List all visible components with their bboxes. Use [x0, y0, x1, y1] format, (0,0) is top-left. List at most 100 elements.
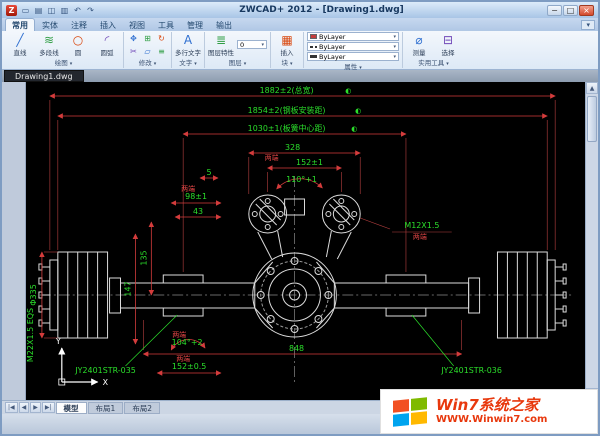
dim-98: 98±1	[185, 192, 207, 201]
note-both-ends: 两端	[172, 330, 186, 339]
dim-43: 43	[193, 207, 203, 216]
vertical-scrollbar[interactable]: ▲ ▼	[585, 82, 598, 400]
line-tool[interactable]: ╱ 直线	[7, 33, 33, 57]
chevron-down-icon: ▾	[243, 61, 247, 67]
mtext-icon: A	[183, 32, 193, 47]
array-tool-icon[interactable]: ≡	[155, 46, 168, 58]
group-label-draw[interactable]: 绘图 ▾	[7, 58, 120, 68]
last-layout-button[interactable]: ▶|	[41, 402, 55, 413]
circle-tool[interactable]: ○ 圆	[65, 33, 91, 57]
chevron-down-icon: ▾	[153, 61, 157, 67]
group-label-text[interactable]: 文字 ▾	[175, 58, 201, 68]
document-tab-bar: Drawing1.dwg	[2, 70, 598, 82]
tab-home[interactable]: 常用	[5, 18, 35, 31]
tab-model[interactable]: 模型	[55, 401, 87, 414]
chevron-down-icon: ▾	[194, 61, 197, 67]
dim-total-width: 1882±2(总宽)	[260, 85, 314, 95]
trim-tool-icon[interactable]: ✂	[127, 46, 140, 58]
tab-view[interactable]: 视图	[123, 19, 151, 31]
dim-110deg: 110°+1	[286, 175, 317, 184]
dim-848: 848	[289, 344, 304, 353]
minimize-button[interactable]: −	[547, 4, 562, 16]
document-tab[interactable]: Drawing1.dwg	[4, 70, 84, 82]
tab-annotate[interactable]: 注释	[65, 19, 93, 31]
window-controls: − □ ×	[547, 4, 594, 16]
scrollbar-thumb[interactable]	[587, 96, 597, 142]
arc-tool[interactable]: ◜ 圆弧	[94, 33, 120, 57]
mirror-tool-icon[interactable]: ▱	[141, 46, 154, 58]
balance-symbol: ◐	[345, 87, 351, 95]
part-number-left: JY2401STR-035	[74, 366, 136, 375]
layer-select[interactable]: 0 ▾	[237, 40, 267, 49]
dim-152-05: 152±0.5	[172, 362, 206, 371]
tab-solid[interactable]: 实体	[36, 19, 64, 31]
left-gutter	[2, 82, 26, 400]
linetype-chip	[310, 45, 317, 48]
part-number-right: JY2401STR-036	[440, 366, 502, 375]
polyline-tool[interactable]: ≋ 多段线	[36, 33, 62, 57]
dim-147: 147	[123, 281, 132, 296]
group-label-modify[interactable]: 修改 ▾	[127, 58, 168, 68]
ribbon-group-utility: ⌀ 测量 ⊟ 选择 实用工具 ▾	[402, 32, 464, 68]
chevron-down-icon: ▾	[393, 43, 396, 50]
ribbon-group-text: A 多行文字 文字 ▾	[171, 32, 204, 68]
move-tool-icon[interactable]: ✥	[127, 33, 140, 45]
copy-tool-icon[interactable]: ⊞	[141, 33, 154, 45]
quick-access-toolbar: ▭ ▤ ◫ ▥ ↶ ↷	[20, 6, 96, 15]
close-button[interactable]: ×	[579, 4, 594, 16]
tab-output[interactable]: 输出	[210, 19, 238, 31]
note-both-ends: 两端	[265, 153, 279, 162]
tab-tools[interactable]: 工具	[152, 19, 180, 31]
centerlines	[39, 176, 572, 384]
ribbon-options-button[interactable]: ▾	[581, 20, 595, 30]
ucs-y-label: Y	[55, 337, 61, 346]
layer-properties-tool[interactable]: ≣ 图层特性	[208, 32, 234, 57]
chevron-down-icon: ▾	[393, 53, 396, 60]
insert-block-tool[interactable]: ▦ 插入	[274, 33, 300, 57]
tab-layout1[interactable]: 布局1	[87, 401, 124, 414]
measure-tool[interactable]: ⌀ 测量	[406, 33, 432, 57]
tab-insert[interactable]: 插入	[94, 19, 122, 31]
open-file-icon[interactable]: ▤	[33, 6, 44, 15]
dim-m22: M22X1.5 EQS	[26, 308, 35, 362]
select-tool[interactable]: ⊟ 选择	[435, 32, 461, 57]
red-notes: 两端 两端 两端 两端 两端	[172, 153, 427, 363]
prev-layout-button[interactable]: ◀	[18, 402, 30, 413]
main-area: 1882±2(总宽) ◐ 1854±2(钢板安装距) ◐ 1030±1(板簧中心…	[2, 82, 598, 400]
select-icon: ⊟	[442, 32, 454, 47]
note-both-ends: 两端	[176, 354, 190, 363]
chevron-down-icon: ▾	[446, 61, 449, 67]
ucs-x-label: X	[103, 378, 109, 387]
group-label-block[interactable]: 块 ▾	[274, 58, 300, 68]
chevron-down-icon: ▾	[69, 61, 73, 67]
watermark-title: Win7系统之家	[436, 397, 539, 415]
tab-layout2[interactable]: 布局2	[124, 401, 161, 414]
dim-152-1: 152±1	[296, 158, 323, 167]
tab-manage[interactable]: 管理	[181, 19, 209, 31]
print-icon[interactable]: ▥	[59, 6, 70, 15]
ribbon-group-modify: ✥ ⊞ ↻ ✂ ▱ ≡ 修改 ▾	[123, 32, 171, 68]
layers-icon: ≣	[215, 32, 227, 47]
group-label-utility[interactable]: 实用工具 ▾	[406, 58, 461, 68]
lineweight-select[interactable]: ByLayer ▾	[307, 52, 399, 61]
drawing-canvas[interactable]: 1882±2(总宽) ◐ 1854±2(钢板安装距) ◐ 1030±1(板簧中心…	[26, 82, 585, 400]
save-file-icon[interactable]: ◫	[46, 6, 57, 15]
ribbon-group-draw: ╱ 直线 ≋ 多段线 ○ 圆 ◜ 圆弧 绘图 ▾	[4, 32, 123, 68]
new-file-icon[interactable]: ▭	[20, 6, 31, 15]
linetype-select[interactable]: ByLayer ▾	[307, 42, 399, 51]
mtext-tool[interactable]: A 多行文字	[175, 32, 201, 57]
rotate-tool-icon[interactable]: ↻	[155, 33, 168, 45]
undo-icon[interactable]: ↶	[72, 6, 83, 15]
scrollbar-track[interactable]	[586, 94, 598, 388]
redo-icon[interactable]: ↷	[85, 6, 96, 15]
ribbon-group-block: ▦ 插入 块 ▾	[270, 32, 303, 68]
group-label-layers[interactable]: 图层 ▾	[208, 58, 267, 68]
first-layout-button[interactable]: |◀	[5, 402, 18, 413]
maximize-button[interactable]: □	[563, 4, 578, 16]
next-layout-button[interactable]: ▶	[30, 402, 41, 413]
scroll-up-button[interactable]: ▲	[586, 82, 598, 94]
title-bar: Z ▭ ▤ ◫ ▥ ↶ ↷ ZWCAD+ 2012 - [Drawing1.dw…	[2, 2, 598, 18]
color-select[interactable]: ByLayer ▾	[307, 32, 399, 41]
dim-135: 135	[139, 250, 148, 265]
ribbon-group-layers: ≣ 图层特性 0 ▾ 图层 ▾	[204, 32, 270, 68]
